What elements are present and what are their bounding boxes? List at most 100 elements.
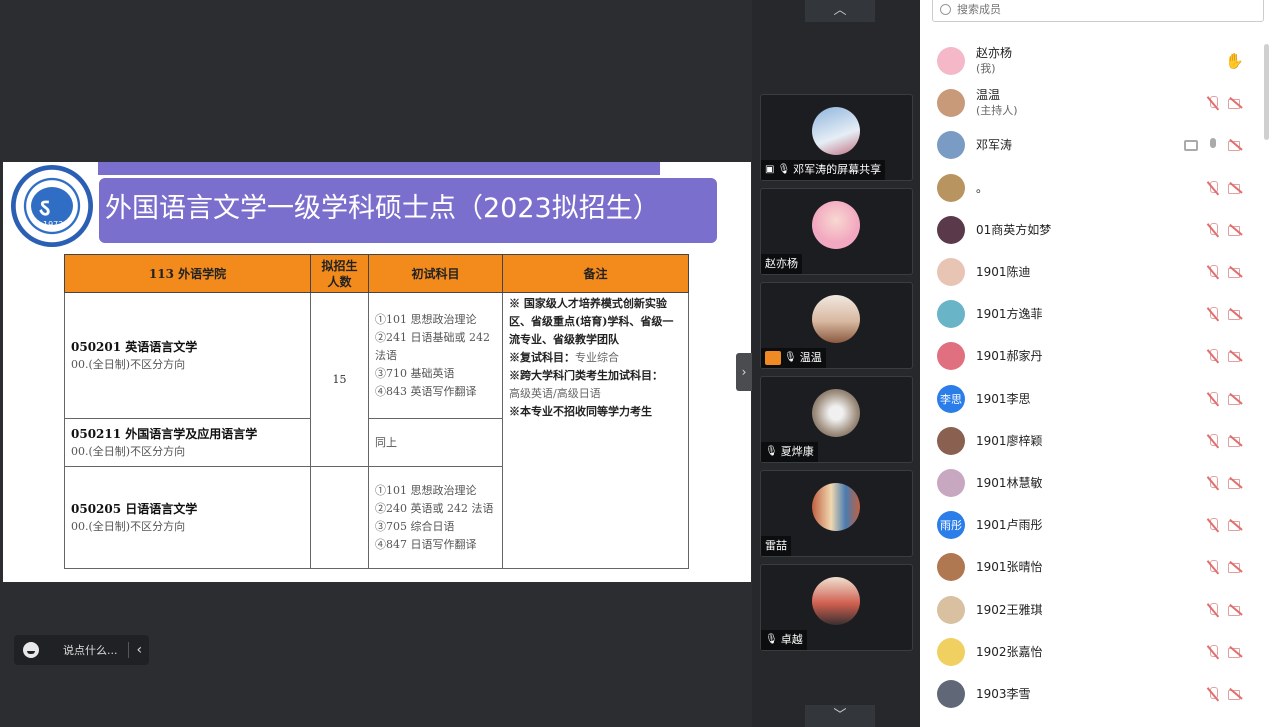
search-input[interactable] [957, 2, 1237, 16]
mic-off-icon[interactable] [1206, 180, 1220, 195]
member-status-icons [1206, 82, 1244, 124]
video-tile[interactable]: 🎙 温温 [760, 282, 913, 369]
subjects-cell: ①101 思想政治理论 ②240 英语或 242 法语 ③705 综合日语 ④8… [368, 466, 503, 569]
chevron-down-icon[interactable]: ﹀ [805, 705, 875, 727]
video-tile[interactable]: ▣ 🎙 邓军涛的屏幕共享 [760, 94, 913, 181]
mic-icon[interactable] [1206, 138, 1220, 152]
mic-off-icon[interactable] [1206, 265, 1220, 279]
member-info: 1901陈迪 [976, 264, 1031, 280]
member-row[interactable]: 1901张晴怡 [920, 546, 1262, 588]
subject-item: ③705 综合日语 [375, 519, 455, 533]
member-row[interactable]: 1902张嘉怡 [920, 631, 1262, 673]
avatar [937, 595, 965, 624]
mic-off-icon[interactable] [1206, 475, 1220, 490]
camera-off-icon[interactable] [1228, 477, 1244, 489]
mic-off-icon[interactable] [1206, 349, 1220, 363]
member-row[interactable]: 邓军涛 [920, 124, 1262, 166]
video-tile[interactable]: 🎙 夏烨康 [760, 376, 913, 463]
camera-off-icon[interactable] [1228, 393, 1244, 405]
member-row[interactable]: 。 [920, 167, 1262, 209]
raise-hand-icon[interactable]: ✋ [1225, 52, 1244, 70]
member-row[interactable]: 李思 1901李思 [920, 378, 1262, 420]
avatar [812, 577, 860, 625]
member-name: 1901李思 [976, 391, 1031, 406]
admission-table: 113 外语学院 拟招生人数 初试科目 备注 050201 英语语言文学 00.… [64, 254, 689, 569]
mic-off-icon[interactable] [1206, 433, 1220, 448]
chevron-up-icon[interactable]: ︿ [805, 0, 875, 22]
member-row[interactable]: 1901方逸菲 [920, 293, 1262, 335]
camera-off-icon[interactable] [1228, 435, 1244, 447]
avatar [937, 215, 965, 244]
chat-input-bar[interactable]: 说点什么... ‹ [14, 635, 149, 665]
tile-name-bar: 🎙 夏烨康 [761, 442, 818, 462]
mic-off-icon[interactable] [1206, 518, 1220, 532]
member-info: 赵亦杨 (我) [976, 45, 1012, 77]
mic-off-icon[interactable] [1206, 307, 1220, 321]
search-icon [940, 3, 951, 15]
member-row[interactable]: 1903李雪 [920, 673, 1262, 715]
camera-off-icon[interactable] [1228, 224, 1244, 236]
camera-off-icon[interactable] [1228, 266, 1244, 279]
member-row[interactable]: 1901廖梓颖 [920, 420, 1262, 462]
avatar [937, 89, 965, 118]
mic-off-icon[interactable] [1206, 602, 1220, 617]
chevron-right-icon[interactable]: › [736, 353, 752, 391]
member-row[interactable]: 温温 (主持人) [920, 82, 1262, 124]
member-info: 1901林慧敏 [976, 475, 1043, 491]
camera-off-icon[interactable] [1228, 139, 1244, 152]
member-status-icons [1184, 124, 1244, 166]
major-cell: 050211 外国语言学及应用语言学 00.(全日制)不区分方向 [64, 418, 311, 467]
camera-off-icon[interactable] [1228, 604, 1244, 616]
major-direction: 00.(全日制)不区分方向 [71, 357, 186, 371]
camera-off-icon[interactable] [1228, 688, 1244, 700]
major-name: 050201 英语语言文学 [71, 339, 198, 354]
logo-year: 1972 [43, 220, 64, 229]
mic-off-icon[interactable] [1206, 96, 1220, 110]
member-status-icons [1206, 378, 1244, 420]
video-tile[interactable]: 🎙 卓越 [760, 564, 913, 651]
major-cell: 050201 英语语言文学 00.(全日制)不区分方向 [64, 292, 311, 419]
tile-name-bar: ▣ 🎙 邓军涛的屏幕共享 [761, 160, 886, 180]
member-row[interactable]: 1902王雅琪 [920, 588, 1262, 630]
chevron-left-icon[interactable]: ‹ [137, 642, 143, 658]
member-info: 1903李雪 [976, 686, 1031, 702]
member-row[interactable]: 1901郝家丹 [920, 335, 1262, 377]
mic-off-icon[interactable] [1206, 222, 1220, 237]
member-row[interactable]: 01商英方如梦 [920, 209, 1262, 251]
note-item: ※ 国家级人才培养模式创新实验区、省级重点(培育)学科、省级一流专业、省级教学团… [509, 297, 674, 346]
video-tile[interactable]: 雷喆 [760, 470, 913, 557]
member-role: (我) [976, 62, 996, 76]
camera-off-icon[interactable] [1228, 182, 1244, 194]
video-tile[interactable]: 赵亦杨 [760, 188, 913, 275]
member-status-icons [1206, 631, 1244, 673]
avatar [937, 342, 965, 371]
member-row[interactable]: 赵亦杨 (我) ✋ [920, 40, 1262, 82]
emoji-icon[interactable] [23, 642, 39, 658]
member-info: 1901郝家丹 [976, 348, 1043, 364]
mic-off-icon[interactable] [1206, 686, 1220, 701]
member-status-icons: ✋ [1225, 40, 1244, 82]
avatar: 李思 [937, 384, 965, 413]
screen-share-icon[interactable] [1184, 139, 1198, 151]
camera-off-icon[interactable] [1228, 561, 1244, 574]
camera-off-icon[interactable] [1228, 646, 1244, 658]
camera-off-icon[interactable] [1228, 97, 1244, 110]
member-status-icons [1206, 546, 1244, 588]
member-search[interactable] [932, 0, 1264, 22]
camera-off-icon[interactable] [1228, 519, 1244, 532]
member-row[interactable]: 雨彤 1901卢雨彤 [920, 504, 1262, 546]
mic-off-icon[interactable] [1206, 391, 1220, 406]
member-row[interactable]: 1901林慧敏 [920, 462, 1262, 504]
camera-off-icon[interactable] [1228, 308, 1244, 321]
camera-off-icon[interactable] [1228, 350, 1244, 363]
mic-off-icon[interactable] [1206, 644, 1220, 659]
major-cell: 050205 日语语言文学 00.(全日制)不区分方向 [64, 466, 311, 569]
member-row[interactable]: 1901陈迪 [920, 251, 1262, 293]
tile-name: 温温 [799, 351, 822, 364]
scrollbar[interactable] [1264, 44, 1269, 140]
member-panel: 赵亦杨(我) ✋ 温温(主持人) 邓军涛。 01商英方如梦 1901陈迪 1901方逸菲 19… [920, 0, 1276, 727]
col-header-college: 113 外语学院 [64, 254, 311, 293]
mic-off-icon[interactable] [1206, 560, 1220, 574]
chat-placeholder[interactable]: 说点什么... [63, 642, 118, 658]
member-name: 赵亦杨 [976, 46, 1013, 61]
